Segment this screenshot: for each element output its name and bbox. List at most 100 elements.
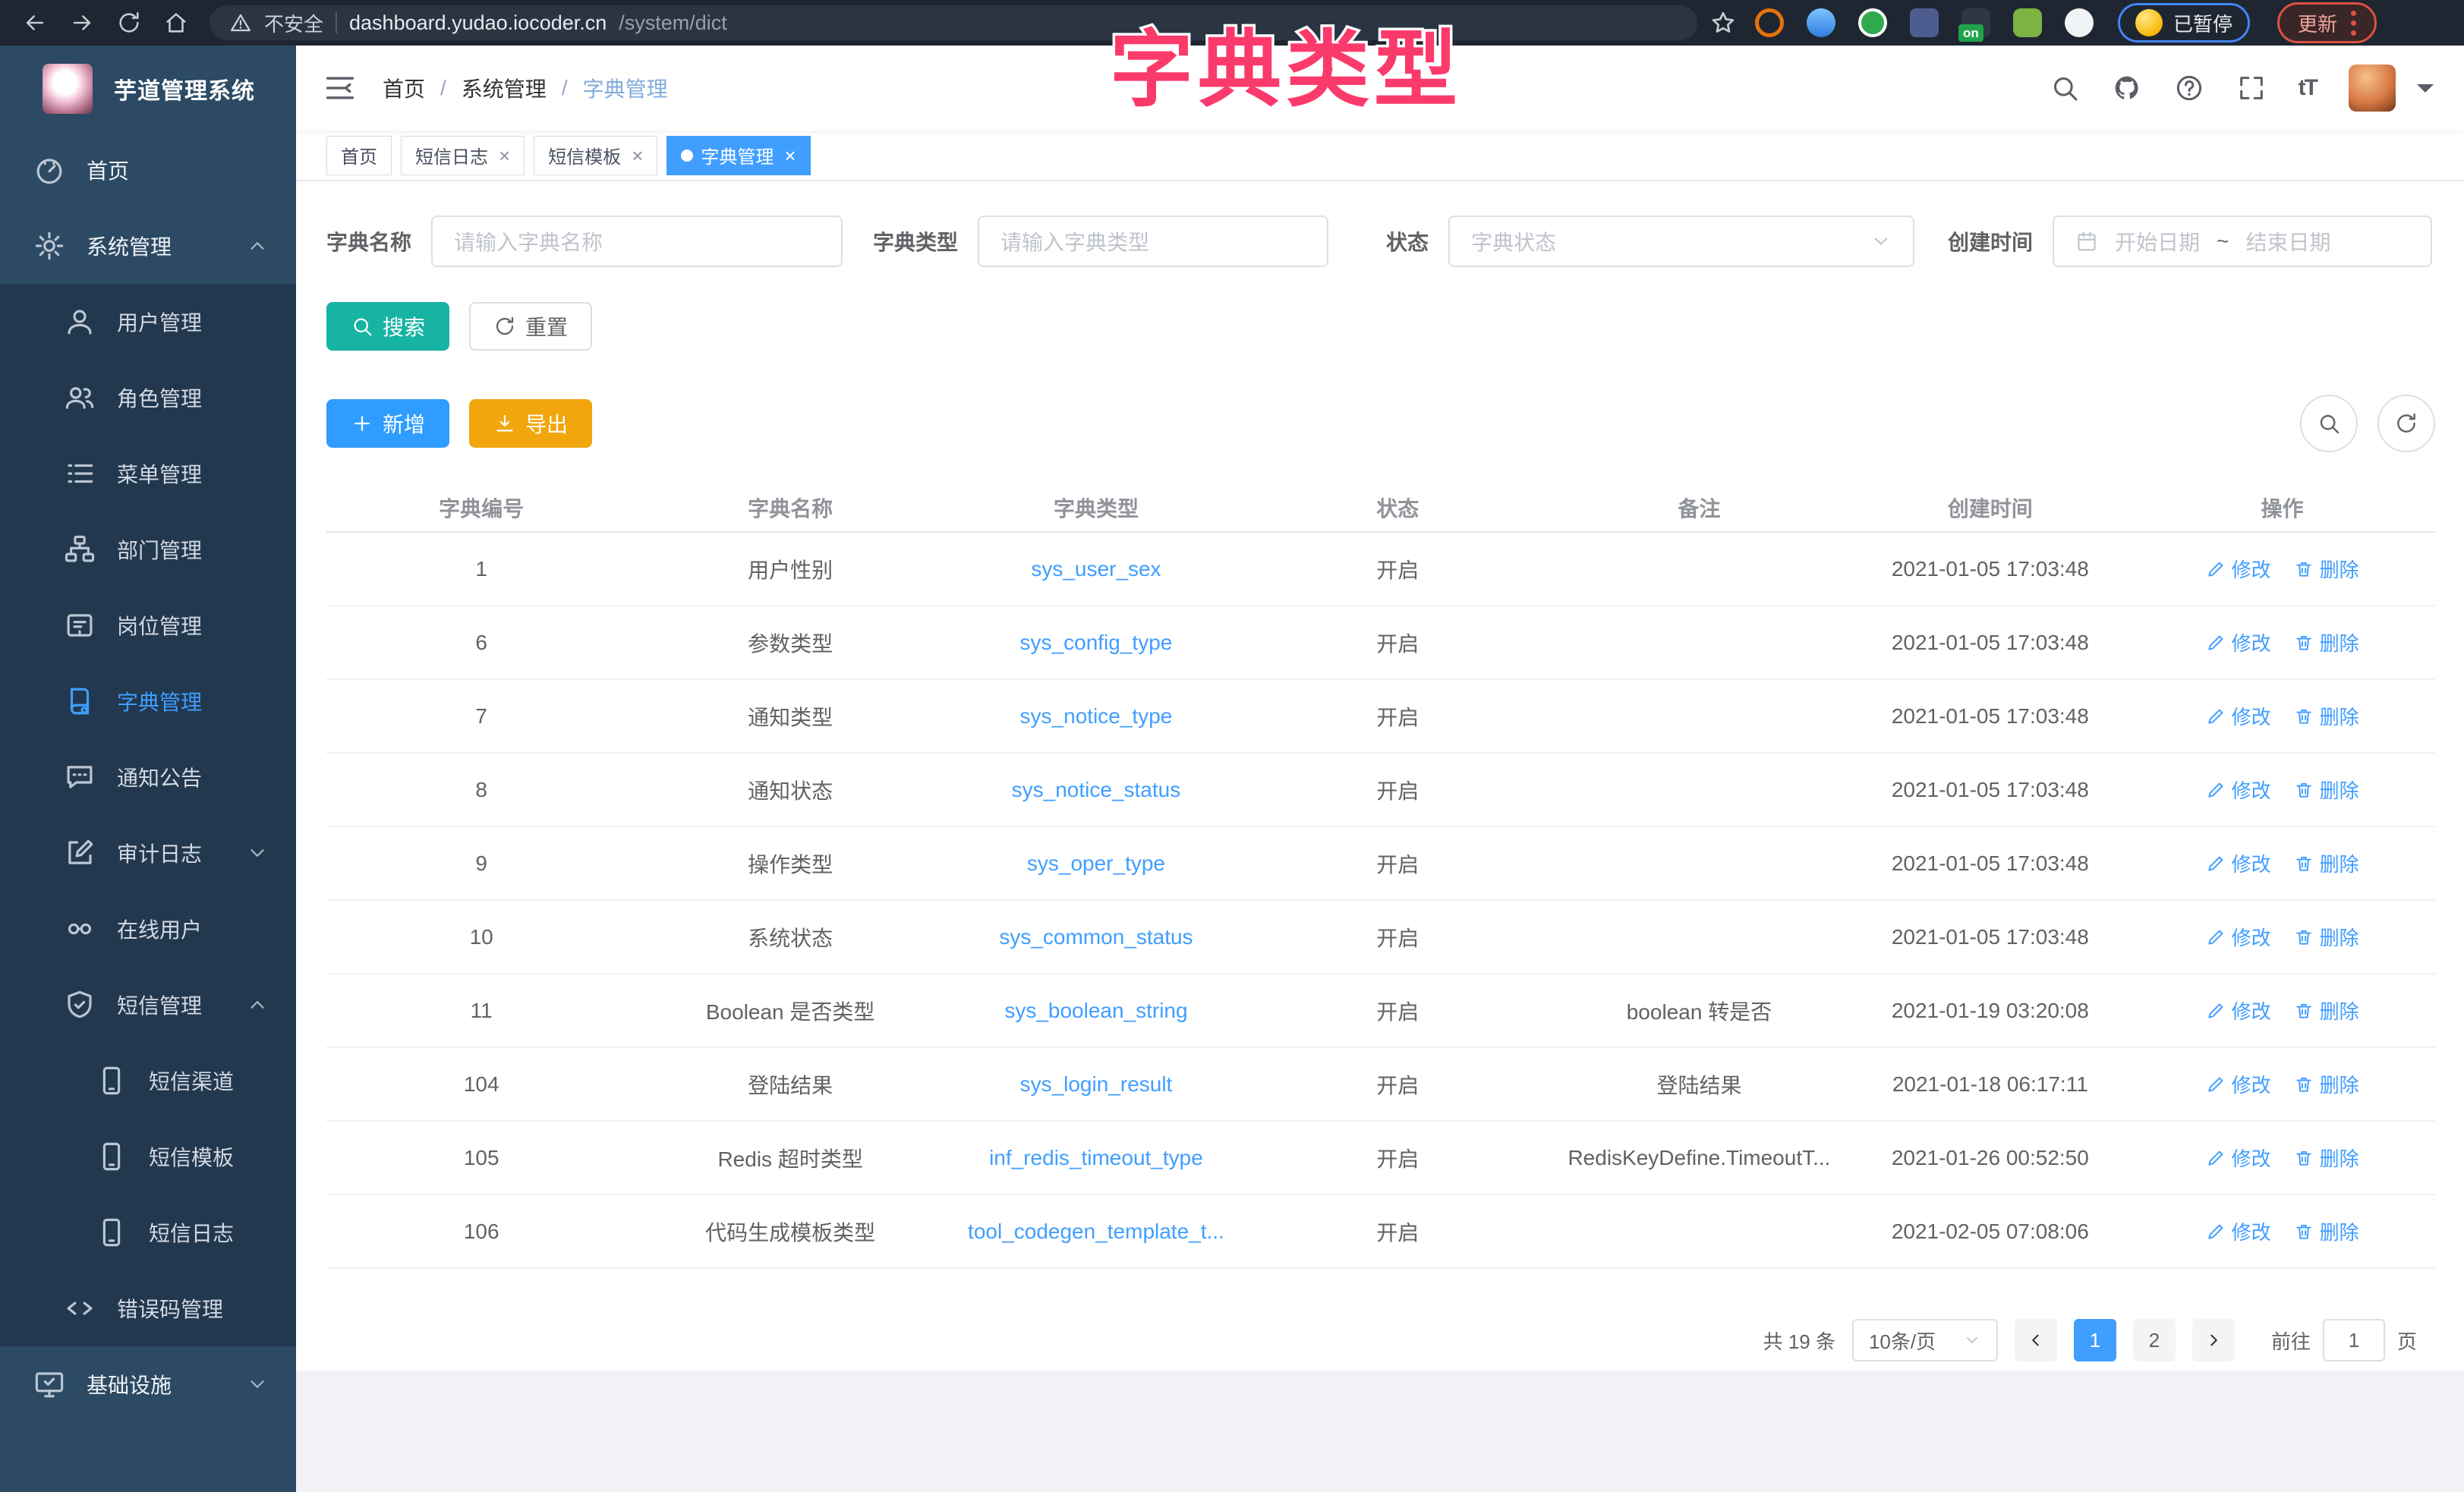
extension-icon-slate[interactable] (1910, 8, 1939, 37)
sidebar-item-dept[interactable]: 部门管理 (0, 511, 296, 587)
dict-type-input[interactable]: 请输入字典类型 (978, 216, 1328, 267)
avatar-caret-down-icon[interactable] (2417, 84, 2434, 101)
edit-button[interactable]: 修改 (2206, 1144, 2271, 1172)
sidebar-item-post[interactable]: 岗位管理 (0, 587, 296, 663)
close-icon[interactable]: × (632, 146, 643, 165)
add-button[interactable]: 新增 (326, 399, 449, 448)
sidebar-item-dict[interactable]: 字典管理 (0, 663, 296, 739)
delete-button[interactable]: 删除 (2294, 923, 2359, 951)
tab-首页[interactable]: 首页 (326, 136, 392, 175)
browser-menu-icon[interactable] (2351, 11, 2356, 36)
sidebar-item-sms-log[interactable]: 短信日志 (0, 1195, 296, 1270)
sidebar-item-sms[interactable]: 短信管理 (0, 967, 296, 1043)
cell-dict-type-link[interactable]: sys_config_type (944, 631, 1248, 655)
edit-button[interactable]: 修改 (2206, 923, 2271, 951)
sidebar-logo[interactable]: 芋道管理系统 (0, 46, 296, 132)
bookmark-star-icon[interactable] (1709, 9, 1737, 36)
address-bar[interactable]: 不安全 dashboard.yudao.iocoder.cn/system/di… (210, 5, 1697, 40)
delete-button[interactable]: 删除 (2294, 1217, 2359, 1245)
cell-dict-type-link[interactable]: sys_user_sex (944, 557, 1248, 581)
sidebar-fold-icon[interactable] (323, 71, 357, 105)
delete-button[interactable]: 删除 (2294, 849, 2359, 877)
sidebar-item-error-code[interactable]: 错误码管理 (0, 1270, 296, 1346)
cell-dict-type-link[interactable]: sys_notice_type (944, 704, 1248, 729)
extension-icon-on[interactable]: on (1961, 8, 1990, 37)
extension-icon-orange[interactable] (1755, 8, 1784, 37)
breadcrumb-home[interactable]: 首页 (383, 73, 425, 103)
delete-button[interactable]: 删除 (2294, 702, 2359, 730)
sidebar-item-audit-log[interactable]: 审计日志 (0, 815, 296, 891)
browser-reload-button[interactable] (109, 3, 149, 42)
fullscreen-icon[interactable] (2236, 73, 2267, 103)
browser-home-button[interactable] (156, 3, 196, 42)
user-avatar[interactable] (2349, 65, 2396, 112)
delete-button[interactable]: 删除 (2294, 555, 2359, 583)
delete-button[interactable]: 删除 (2294, 1144, 2359, 1172)
delete-button[interactable]: 删除 (2294, 996, 2359, 1025)
dict-name-input[interactable]: 请输入字典名称 (431, 216, 843, 267)
status-select[interactable]: 字典状态 (1448, 216, 1914, 267)
extension-icon-blue[interactable] (1807, 8, 1835, 37)
sidebar-item-user[interactable]: 用户管理 (0, 284, 296, 360)
edit-button[interactable]: 修改 (2206, 1217, 2271, 1245)
browser-back-button[interactable] (15, 3, 55, 42)
cell-dict-type-link[interactable]: sys_login_result (944, 1072, 1248, 1097)
sidebar-item-role[interactable]: 角色管理 (0, 360, 296, 436)
cell-status: 开启 (1248, 554, 1547, 584)
browser-forward-button[interactable] (62, 3, 102, 42)
edit-button[interactable]: 修改 (2206, 996, 2271, 1025)
help-icon[interactable] (2174, 73, 2204, 103)
extension-paused-badge[interactable]: 已暂停 (2118, 3, 2250, 42)
close-icon[interactable]: × (499, 146, 510, 165)
next-page-button[interactable] (2192, 1319, 2235, 1361)
extension-icon-lime[interactable] (2013, 8, 2042, 37)
page-button-2[interactable]: 2 (2133, 1319, 2176, 1361)
sidebar-item-infra[interactable]: 基础设施 (0, 1346, 296, 1422)
breadcrumb-system[interactable]: 系统管理 (462, 73, 547, 103)
tab-短信日志[interactable]: 短信日志× (401, 136, 525, 175)
sidebar-item-notice[interactable]: 通知公告 (0, 739, 296, 815)
pen-icon (2206, 780, 2226, 800)
sidebar-item-sms-channel[interactable]: 短信渠道 (0, 1043, 296, 1119)
delete-button[interactable]: 删除 (2294, 1070, 2359, 1098)
extension-icon-white[interactable] (2065, 8, 2094, 37)
edit-button[interactable]: 修改 (2206, 849, 2271, 877)
cell-dict-type-link[interactable]: inf_redis_timeout_type (944, 1146, 1248, 1170)
sidebar-item-online-user[interactable]: 在线用户 (0, 891, 296, 967)
cell-dict-type-link[interactable]: sys_boolean_string (944, 999, 1248, 1023)
search-button[interactable]: 搜索 (326, 302, 449, 351)
sidebar-item-menu[interactable]: 菜单管理 (0, 436, 296, 511)
github-icon[interactable] (2112, 73, 2142, 103)
goto-page-input[interactable]: 1 (2323, 1319, 2385, 1361)
sidebar-item-home[interactable]: 首页 (0, 132, 296, 208)
reset-button[interactable]: 重置 (469, 302, 592, 351)
edit-button[interactable]: 修改 (2206, 628, 2271, 656)
edit-button[interactable]: 修改 (2206, 776, 2271, 804)
extension-icon-green-ring[interactable] (1858, 8, 1887, 37)
cell-dict-type-link[interactable]: sys_oper_type (944, 851, 1248, 876)
prev-page-button[interactable] (2015, 1319, 2057, 1361)
edit-button[interactable]: 修改 (2206, 555, 2271, 583)
date-range-picker[interactable]: 开始日期 ~ 结束日期 (2053, 216, 2432, 267)
sidebar-item-sms-template[interactable]: 短信模板 (0, 1119, 296, 1195)
monitor-icon (33, 1368, 65, 1400)
font-size-icon[interactable]: tT (2299, 75, 2317, 101)
delete-button[interactable]: 删除 (2294, 776, 2359, 804)
tab-字典管理[interactable]: 字典管理× (666, 136, 810, 175)
close-icon[interactable]: × (784, 146, 796, 165)
sidebar-item-system[interactable]: 系统管理 (0, 208, 296, 284)
page-button-1[interactable]: 1 (2074, 1319, 2116, 1361)
cell-dict-type-link[interactable]: sys_notice_status (944, 778, 1248, 802)
cell-dict-type-link[interactable]: tool_codegen_template_t... (944, 1220, 1248, 1244)
cell-dict-type-link[interactable]: sys_common_status (944, 925, 1248, 949)
export-button[interactable]: 导出 (469, 399, 592, 448)
page-size-select[interactable]: 10条/页 (1852, 1319, 1998, 1361)
browser-update-button[interactable]: 更新 (2277, 2, 2377, 43)
header-search-icon[interactable] (2050, 73, 2080, 103)
refresh-table-button[interactable] (2377, 395, 2435, 452)
edit-button[interactable]: 修改 (2206, 1070, 2271, 1098)
edit-button[interactable]: 修改 (2206, 702, 2271, 730)
delete-button[interactable]: 删除 (2294, 628, 2359, 656)
tab-短信模板[interactable]: 短信模板× (534, 136, 657, 175)
toggle-search-button[interactable] (2300, 395, 2358, 452)
